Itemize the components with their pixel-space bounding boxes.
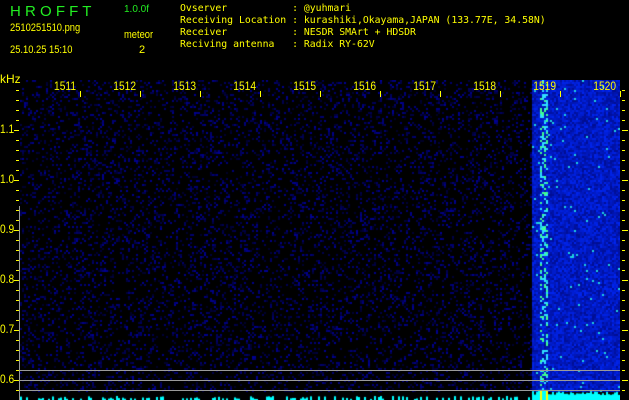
x-tick xyxy=(80,91,81,97)
y-right-tick xyxy=(622,140,625,141)
y-tick-label: 0.7 xyxy=(0,322,15,336)
filename-label: 2510251510.png xyxy=(10,22,81,34)
info-value: : kurashiki,Okayama,JAPAN (133.77E, 34.5… xyxy=(292,15,546,26)
y-minor-tick xyxy=(16,140,19,141)
info-value: : NESDR SMArt + HDSDR xyxy=(292,27,416,38)
info-label: Reciving antenna xyxy=(180,39,287,50)
y-minor-tick xyxy=(16,160,19,161)
level-indicator xyxy=(19,206,20,400)
info-location: Receiving Location : kurashiki,Okayama,J… xyxy=(180,15,546,26)
y-tick-label: 0.9 xyxy=(0,222,15,236)
info-observer: Ovserver : @yuhmari xyxy=(180,3,351,14)
y-tick-label: 0.6 xyxy=(0,372,15,386)
y-minor-tick xyxy=(14,180,19,181)
y-right-tick xyxy=(622,320,625,321)
y-right-tick xyxy=(622,90,625,91)
y-unit-label: kHz xyxy=(0,72,21,86)
x-tick-label: 1516 xyxy=(353,79,376,93)
y-tick-label: 0.8 xyxy=(0,272,15,286)
y-right-tick xyxy=(622,380,628,381)
x-tick-label: 1512 xyxy=(113,79,136,93)
x-tick xyxy=(560,91,561,97)
datetime-label: 25.10.25 15:10 xyxy=(10,44,73,56)
y-right-tick xyxy=(622,270,625,271)
y-right-tick xyxy=(622,210,625,211)
y-right-tick xyxy=(622,310,625,311)
y-tick-label: 1.1 xyxy=(0,122,15,136)
x-tick-label: 1514 xyxy=(233,79,256,93)
info-receiver: Receiver : NESDR SMArt + HDSDR xyxy=(180,27,416,38)
y-right-tick xyxy=(622,230,628,231)
y-right-tick xyxy=(622,100,625,101)
y-right-tick xyxy=(622,350,625,351)
y-tick-label: 1.0 xyxy=(0,172,15,186)
x-tick-label: 1517 xyxy=(413,79,436,93)
x-tick-label: 1511 xyxy=(54,79,76,93)
y-minor-tick xyxy=(16,200,19,201)
threshold-line xyxy=(20,370,620,371)
y-right-tick xyxy=(622,120,625,121)
threshold-line xyxy=(20,390,620,391)
info-value: : @yuhmari xyxy=(292,3,352,14)
threshold-line xyxy=(20,380,620,381)
y-right-tick xyxy=(622,160,625,161)
y-minor-tick xyxy=(16,190,19,191)
y-right-tick xyxy=(622,130,628,131)
x-tick xyxy=(260,91,261,97)
x-tick-label: 1519 xyxy=(533,79,556,93)
x-tick-label: 1513 xyxy=(173,79,196,93)
x-tick-label: 1515 xyxy=(293,79,316,93)
y-right-tick xyxy=(622,360,625,361)
info-label: Ovserver xyxy=(180,3,287,14)
y-right-tick xyxy=(622,240,625,241)
y-right-tick xyxy=(622,260,625,261)
y-right-tick xyxy=(622,340,625,341)
info-label: Receiving Location xyxy=(180,15,287,26)
spectrogram xyxy=(20,80,620,400)
x-tick-label: 1518 xyxy=(473,79,496,93)
x-tick xyxy=(500,91,501,97)
y-right-tick xyxy=(622,370,625,371)
y-right-tick xyxy=(622,190,625,191)
x-tick xyxy=(620,91,621,97)
y-minor-tick xyxy=(16,110,19,111)
info-value: : Radix RY-62V xyxy=(292,39,375,50)
y-right-tick xyxy=(622,390,625,391)
y-right-tick xyxy=(622,280,628,281)
y-right-tick xyxy=(622,150,625,151)
y-right-tick xyxy=(622,200,625,201)
y-right-tick xyxy=(622,250,625,251)
y-minor-tick xyxy=(16,90,19,91)
x-tick xyxy=(320,91,321,97)
info-antenna: Reciving antenna : Radix RY-62V xyxy=(180,39,375,50)
version-label: 1.0.0f xyxy=(124,4,150,15)
y-minor-tick xyxy=(16,150,19,151)
meteor-count: 2 xyxy=(139,44,146,56)
y-right-tick xyxy=(622,220,625,221)
x-tick-label: 1520 xyxy=(593,79,616,93)
x-tick xyxy=(440,91,441,97)
y-right-tick xyxy=(622,290,625,291)
meteor-label: meteor xyxy=(124,29,154,41)
y-right-tick xyxy=(622,170,625,171)
y-right-tick xyxy=(622,180,628,181)
info-label: Receiver xyxy=(180,27,287,38)
y-minor-tick xyxy=(16,100,19,101)
y-right-tick xyxy=(622,300,625,301)
x-tick xyxy=(140,91,141,97)
y-minor-tick xyxy=(16,170,19,171)
app-title: H R O F F T xyxy=(10,3,92,20)
y-right-tick xyxy=(622,330,628,331)
y-right-tick xyxy=(622,110,625,111)
y-minor-tick xyxy=(14,130,19,131)
y-minor-tick xyxy=(16,120,19,121)
x-tick xyxy=(200,91,201,97)
x-tick xyxy=(380,91,381,97)
